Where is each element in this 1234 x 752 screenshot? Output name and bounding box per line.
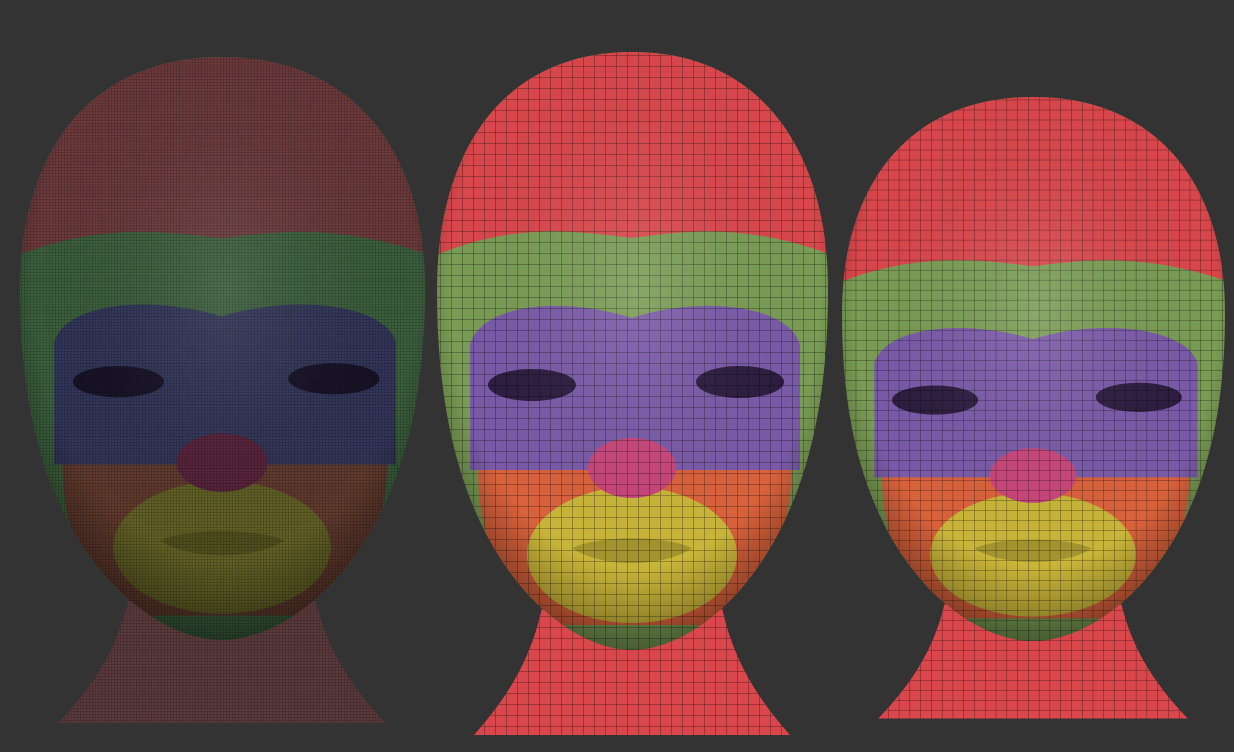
head-retopo-b xyxy=(842,97,1226,719)
head-polygroups xyxy=(437,52,828,650)
head-polygroups xyxy=(20,57,425,641)
head-retopo-a xyxy=(437,52,828,735)
head-polygroups xyxy=(842,97,1226,642)
render-viewport xyxy=(20,52,1226,735)
head-dense-mesh xyxy=(20,57,425,723)
